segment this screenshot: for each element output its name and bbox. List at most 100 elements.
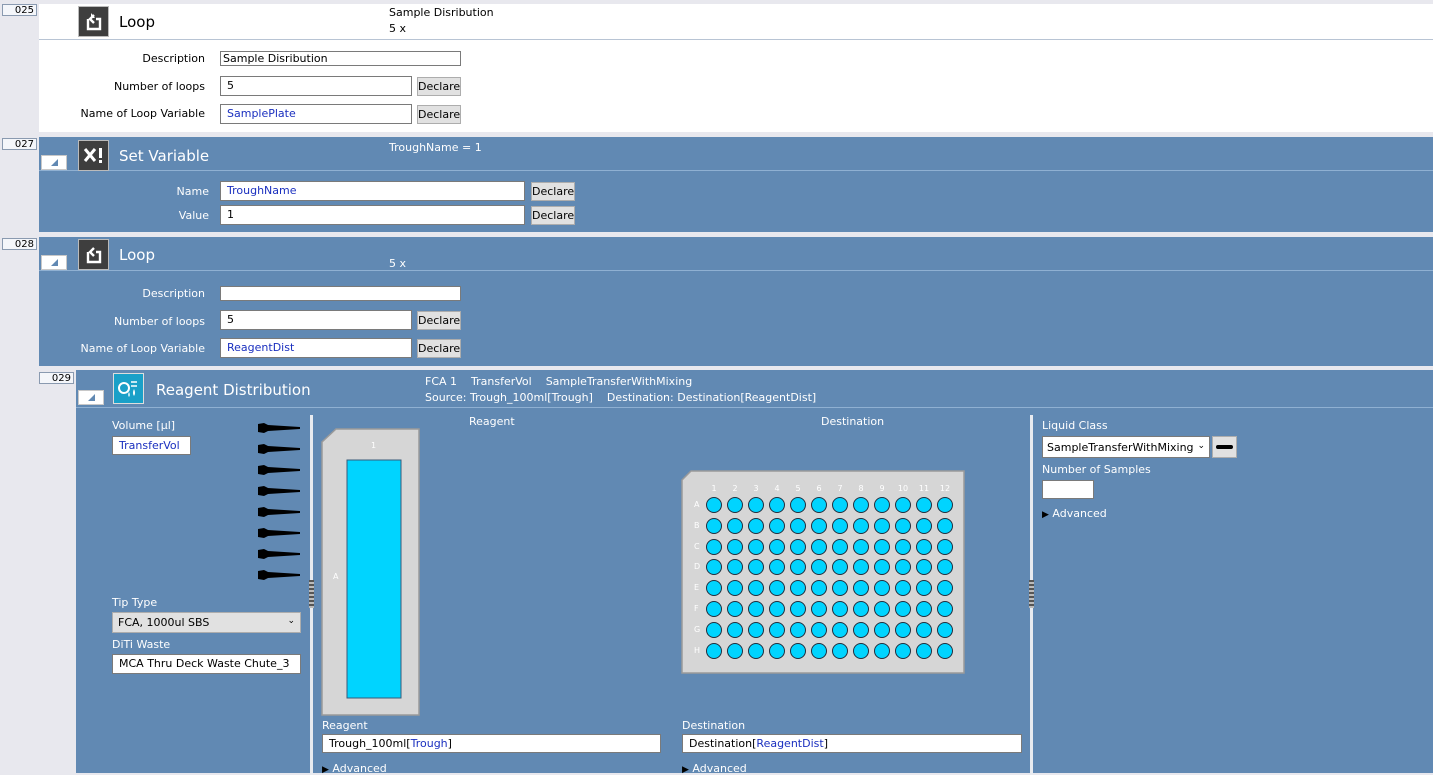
plate-well[interactable] (916, 642, 932, 659)
plate-well[interactable] (790, 601, 806, 617)
plate-well[interactable] (874, 601, 890, 617)
plate-well[interactable] (853, 538, 869, 555)
splitter-grip-right[interactable] (1029, 580, 1034, 608)
plate-well[interactable] (895, 497, 911, 513)
declare-loops-button[interactable]: Declare (417, 311, 461, 330)
plate-well[interactable] (937, 621, 953, 638)
step-collapse-button[interactable] (41, 155, 67, 170)
plate-well[interactable] (874, 497, 890, 513)
destination-field[interactable]: Destination[ReagentDist] (682, 734, 1022, 753)
plate-well[interactable] (832, 621, 848, 638)
plate-well[interactable] (853, 642, 869, 659)
description-field[interactable]: Sample Disribution (220, 51, 461, 66)
plate-well[interactable] (811, 601, 827, 617)
plate-well[interactable] (748, 642, 764, 659)
liquid-class-dropdown[interactable]: SampleTransferWithMixing ⌄ (1042, 436, 1210, 458)
plate-well[interactable] (727, 517, 743, 534)
reagent-field[interactable]: Trough_100ml[Trough] (322, 734, 661, 753)
plate-well[interactable] (895, 517, 911, 534)
plate-well[interactable] (832, 497, 848, 513)
plate-well[interactable] (811, 621, 827, 638)
reagent-advanced-toggle[interactable]: ▶ Advanced (322, 762, 387, 775)
tip-type-dropdown[interactable]: FCA, 1000ul SBS ⌄ (112, 612, 301, 633)
step-027-set-variable[interactable]: Set Variable TroughName = 1 Name TroughN… (39, 137, 1433, 232)
name-field[interactable]: TroughName (220, 181, 525, 201)
number-of-loops-field[interactable]: 5 (220, 310, 412, 330)
plate-well[interactable] (706, 601, 722, 617)
value-field[interactable]: 1 (220, 205, 525, 225)
step-025-loop[interactable]: Loop Sample Disribution 5 x Description … (39, 4, 1433, 132)
plate-well[interactable] (895, 601, 911, 617)
plate-well[interactable] (748, 497, 764, 513)
plate-well[interactable] (937, 538, 953, 555)
plate-well[interactable] (769, 601, 785, 617)
plate-well[interactable] (790, 517, 806, 534)
plate-well[interactable] (769, 517, 785, 534)
plate-well[interactable] (853, 601, 869, 617)
plate-well[interactable] (727, 538, 743, 555)
plate-well[interactable] (790, 497, 806, 513)
plate-well[interactable] (706, 538, 722, 555)
plate-well[interactable] (832, 538, 848, 555)
plate-well[interactable] (853, 517, 869, 534)
description-field[interactable] (220, 286, 461, 301)
plate-well[interactable] (916, 601, 932, 617)
plate-well[interactable] (895, 642, 911, 659)
splitter-grip-left[interactable] (309, 580, 314, 608)
plate-well[interactable] (853, 497, 869, 513)
plate-well[interactable] (832, 517, 848, 534)
plate-well[interactable] (895, 621, 911, 638)
plate-well[interactable] (769, 621, 785, 638)
plate-well[interactable] (706, 517, 722, 534)
number-of-loops-field[interactable]: 5 (220, 76, 412, 96)
plate-well[interactable] (916, 517, 932, 534)
plate-well[interactable] (916, 497, 932, 513)
loop-variable-field[interactable]: SamplePlate (220, 104, 412, 124)
plate-well[interactable] (811, 538, 827, 555)
plate-well[interactable] (790, 642, 806, 659)
step-collapse-button[interactable] (41, 255, 67, 270)
plate-well[interactable] (937, 517, 953, 534)
plate-well[interactable] (727, 642, 743, 659)
declare-name-button[interactable]: Declare (531, 182, 575, 201)
plate-well[interactable] (937, 497, 953, 513)
declare-variable-button[interactable]: Declare (417, 105, 461, 124)
number-of-samples-field[interactable] (1042, 480, 1094, 499)
plate-well[interactable] (790, 538, 806, 555)
plate-well[interactable] (853, 621, 869, 638)
plate-well[interactable] (811, 497, 827, 513)
plate-well[interactable] (706, 642, 722, 659)
plate-well[interactable] (769, 538, 785, 555)
loop-variable-field[interactable]: ReagentDist (220, 338, 412, 358)
plate-well[interactable] (916, 538, 932, 555)
plate-well[interactable] (874, 517, 890, 534)
plate-well[interactable] (937, 601, 953, 617)
plate-well[interactable] (748, 517, 764, 534)
plate-well[interactable] (790, 621, 806, 638)
plate-well[interactable] (727, 601, 743, 617)
plate-well[interactable] (874, 538, 890, 555)
liquid-class-edit-button[interactable] (1212, 436, 1237, 458)
declare-value-button[interactable]: Declare (531, 206, 575, 225)
liquid-class-advanced-toggle[interactable]: ▶ Advanced (1042, 507, 1107, 520)
declare-loops-button[interactable]: Declare (417, 77, 461, 96)
plate-well[interactable] (832, 601, 848, 617)
plate-well[interactable] (811, 517, 827, 534)
step-029-reagent-distribution[interactable]: Reagent Distribution FCA 1 TransferVol S… (76, 370, 1433, 775)
plate-well[interactable] (727, 497, 743, 513)
volume-field[interactable]: TransferVol (112, 436, 191, 455)
plate-well[interactable] (769, 642, 785, 659)
plate-well[interactable] (748, 538, 764, 555)
step-028-loop[interactable]: Loop 5 x Description Number of loops 5 D… (39, 237, 1433, 366)
plate-well[interactable] (832, 642, 848, 659)
diti-waste-field[interactable]: MCA Thru Deck Waste Chute_3 (112, 654, 301, 674)
plate-well[interactable] (706, 621, 722, 638)
plate-well[interactable] (811, 642, 827, 659)
plate-well[interactable] (727, 621, 743, 638)
plate-well[interactable] (748, 601, 764, 617)
plate-well[interactable] (706, 497, 722, 513)
plate-well[interactable] (895, 538, 911, 555)
plate-well[interactable] (748, 621, 764, 638)
plate-well[interactable] (937, 642, 953, 659)
destination-advanced-toggle[interactable]: ▶ Advanced (682, 762, 747, 775)
